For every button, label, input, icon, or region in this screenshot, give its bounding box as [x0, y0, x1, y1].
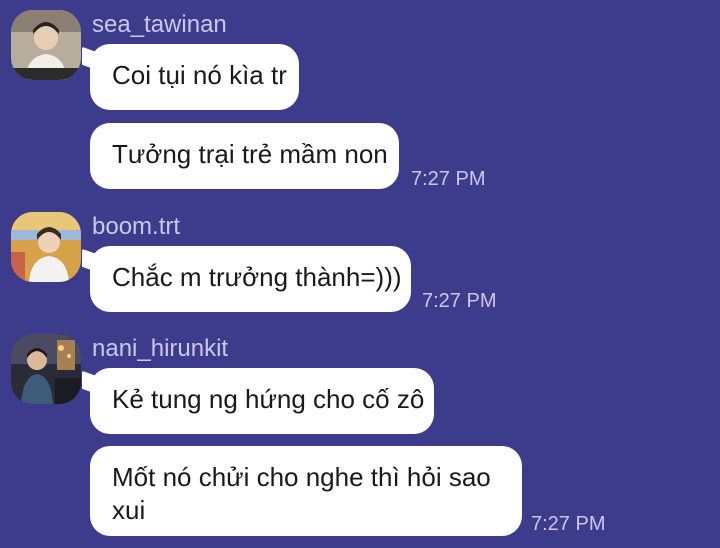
message-timestamp: 7:27 PM	[531, 513, 606, 535]
sender-name[interactable]: nani_hirunkit	[92, 335, 228, 363]
message-bubble[interactable]: Tưởng trại trẻ mầm non	[90, 123, 399, 189]
message-text: Tưởng trại trẻ mầm non	[112, 139, 388, 169]
avatar-sea-tawinan[interactable]	[11, 10, 81, 80]
message-bubble[interactable]: Coi tụi nó kìa tr	[90, 44, 299, 110]
avatar-boom-trt[interactable]	[11, 212, 81, 282]
message-text: Coi tụi nó kìa tr	[112, 60, 287, 90]
avatar-nani-hirunkit[interactable]	[11, 334, 81, 404]
user-avatar-icon	[11, 10, 81, 80]
message-bubble[interactable]: Kẻ tung ng hứng cho cố zô	[90, 368, 434, 434]
sender-name[interactable]: boom.trt	[92, 213, 180, 241]
message-timestamp: 7:27 PM	[422, 290, 497, 312]
chat-thread: sea_tawinan Coi tụi nó kìa tr Tưởng trại…	[0, 0, 720, 548]
message-text: Kẻ tung ng hứng cho cố zô	[112, 384, 425, 414]
message-timestamp: 7:27 PM	[411, 168, 486, 190]
sender-name[interactable]: sea_tawinan	[92, 11, 227, 39]
message-bubble[interactable]: Chắc m trưởng thành=)))	[90, 246, 411, 312]
user-avatar-icon	[11, 212, 81, 282]
message-bubble[interactable]: Mốt nó chửi cho nghe thì hỏi sao xui	[90, 446, 522, 536]
message-text: Mốt nó chửi cho nghe thì hỏi sao xui	[112, 462, 491, 525]
message-text: Chắc m trưởng thành=)))	[112, 262, 402, 292]
user-avatar-icon	[11, 334, 81, 404]
